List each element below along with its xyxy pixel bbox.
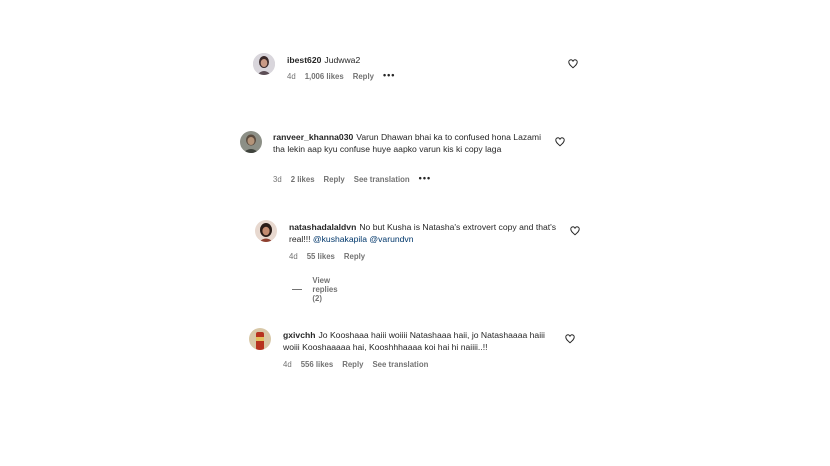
comment-text: natashadalaldvn No but Kusha is Natasha's… [289, 222, 561, 245]
comment-text: gxivchh Jo Kooshaaa haiii woiiii Natashaa… [283, 330, 558, 353]
avatar[interactable] [253, 53, 275, 75]
reply-button[interactable]: Reply [324, 175, 345, 184]
comment-age: 3d [273, 175, 282, 184]
heart-outline-icon[interactable] [555, 137, 565, 147]
comment-username[interactable]: ibest620 [287, 55, 321, 65]
comment-text: ranveer_khanna030 Varun Dhawan bhai ka to… [273, 132, 548, 155]
comment-age: 4d [287, 72, 296, 81]
mention-link[interactable]: @kushakapila [313, 234, 367, 244]
comment-body: Jo Kooshaaa haiii woiiii Natashaaa haii,… [283, 330, 545, 352]
comment-username[interactable]: ranveer_khanna030 [273, 132, 353, 142]
comment-text: ibest620 Judwwa2 [287, 55, 547, 67]
heart-outline-icon[interactable] [568, 59, 578, 69]
view-replies-label: View replies (2) [312, 276, 338, 303]
heart-outline-icon[interactable] [570, 226, 580, 236]
mention-link[interactable]: @varundvn [369, 234, 413, 244]
avatar[interactable] [255, 220, 277, 242]
comment-body: Judwwa2 [324, 55, 361, 65]
likes-count[interactable]: 556 likes [301, 360, 334, 369]
comment-meta: 3d 2 likes Reply See translation ••• [273, 174, 440, 185]
avatar[interactable] [249, 328, 271, 350]
see-translation-button[interactable]: See translation [372, 360, 428, 369]
comment-age: 4d [289, 252, 298, 261]
likes-count[interactable]: 2 likes [291, 175, 315, 184]
comment-username[interactable]: gxivchh [283, 330, 315, 340]
more-options-icon[interactable]: ••• [419, 174, 431, 183]
likes-count[interactable]: 1,006 likes [305, 72, 344, 81]
likes-count[interactable]: 55 likes [307, 252, 335, 261]
reply-button[interactable]: Reply [344, 252, 365, 261]
more-options-icon[interactable]: ••• [383, 71, 395, 80]
heart-outline-icon[interactable] [565, 334, 575, 344]
comment-username[interactable]: natashadalaldvn [289, 222, 356, 232]
comment-meta: 4d 55 likes Reply [289, 252, 374, 261]
avatar[interactable] [240, 131, 262, 153]
reply-button[interactable]: Reply [342, 360, 363, 369]
see-translation-button[interactable]: See translation [354, 175, 410, 184]
comment-meta: 4d 1,006 likes Reply ••• [287, 71, 404, 82]
view-replies-button[interactable]: View replies (2) [292, 276, 345, 303]
view-replies-divider [292, 289, 303, 290]
reply-button[interactable]: Reply [353, 72, 374, 81]
comment-meta: 4d 556 likes Reply See translation [283, 360, 437, 369]
comment-age: 4d [283, 360, 292, 369]
